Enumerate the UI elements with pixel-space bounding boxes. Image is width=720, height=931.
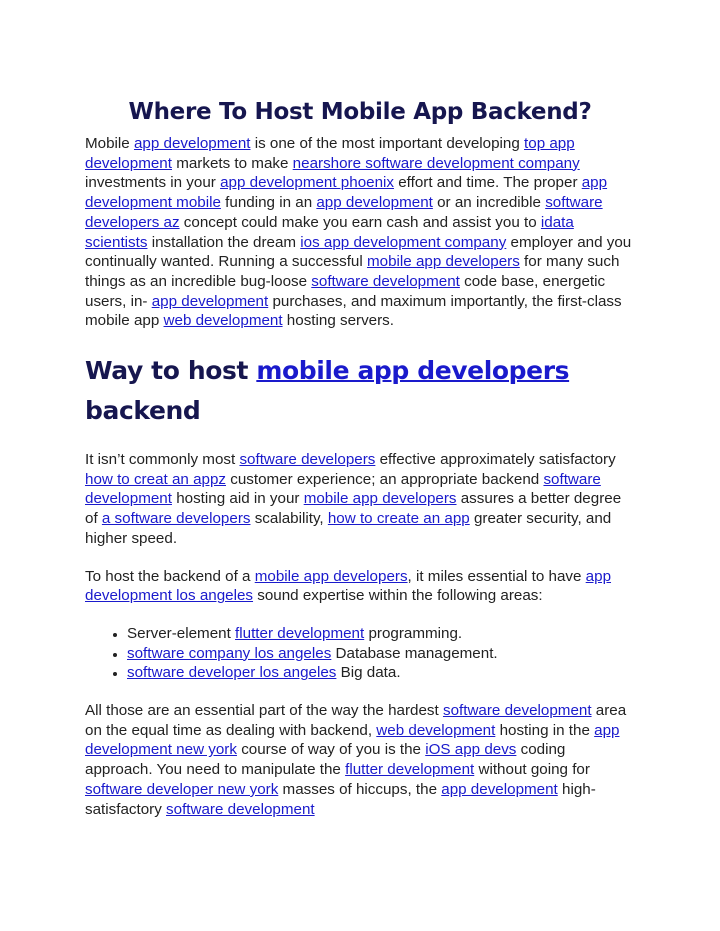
page-title: Where To Host Mobile App Backend? (128, 99, 592, 125)
closing-paragraph: All those are an essential part of the w… (85, 702, 627, 818)
inline-link[interactable]: web development (376, 722, 495, 739)
inline-link[interactable]: app development (316, 194, 433, 211)
inline-link[interactable]: flutter development (235, 625, 364, 642)
section-heading-link[interactable]: mobile app developers (256, 356, 569, 385)
list-item: Server-element flutter development progr… (127, 624, 635, 644)
inline-link[interactable]: app development new york (85, 722, 619, 759)
inline-link[interactable]: software development (166, 801, 315, 818)
inline-link[interactable]: web development (164, 312, 283, 329)
inline-link[interactable]: app development (441, 781, 558, 798)
inline-link[interactable]: how to create an app (328, 510, 470, 527)
inline-link[interactable]: ios app development company (300, 234, 506, 251)
section-heading-suffix: backend (85, 396, 201, 426)
inline-link[interactable]: software developers (239, 451, 375, 468)
inline-link[interactable]: app development (134, 135, 251, 152)
expertise-paragraph: To host the backend of a mobile app deve… (85, 567, 612, 605)
inline-link[interactable]: a software developers (102, 510, 251, 527)
inline-link[interactable]: software company los angeles (127, 645, 331, 662)
inline-link[interactable]: mobile app developers (367, 253, 520, 270)
section-heading-prefix: Way to host (85, 356, 257, 386)
inline-link[interactable]: software developer new york (85, 781, 278, 798)
document-page: Where To Host Mobile App Backend? Mobile… (85, 96, 635, 837)
inline-link[interactable]: mobile app developers (255, 568, 408, 585)
hosting-paragraph: It isn’t commonly most software develope… (85, 451, 622, 547)
inline-link[interactable]: app development (152, 293, 269, 310)
list-item: software developer los angeles Big data. (127, 663, 635, 683)
inline-link[interactable]: how to creat an appz (85, 471, 226, 488)
section-heading: Way to host mobile app developers backen… (85, 351, 635, 431)
inline-link[interactable]: software development (443, 702, 592, 719)
inline-link[interactable]: nearshore software development company (293, 155, 580, 172)
intro-paragraph: Mobile app development is one of the mos… (85, 135, 632, 330)
expertise-list: Server-element flutter development progr… (85, 624, 635, 683)
inline-link[interactable]: iOS app devs (425, 741, 516, 758)
inline-link[interactable]: software development (311, 273, 460, 290)
inline-link[interactable]: software developer los angeles (127, 664, 336, 681)
inline-link[interactable]: mobile app developers (304, 490, 457, 507)
inline-link[interactable]: flutter development (345, 761, 474, 778)
inline-link[interactable]: app development phoenix (220, 174, 394, 191)
list-item: software company los angeles Database ma… (127, 644, 635, 664)
